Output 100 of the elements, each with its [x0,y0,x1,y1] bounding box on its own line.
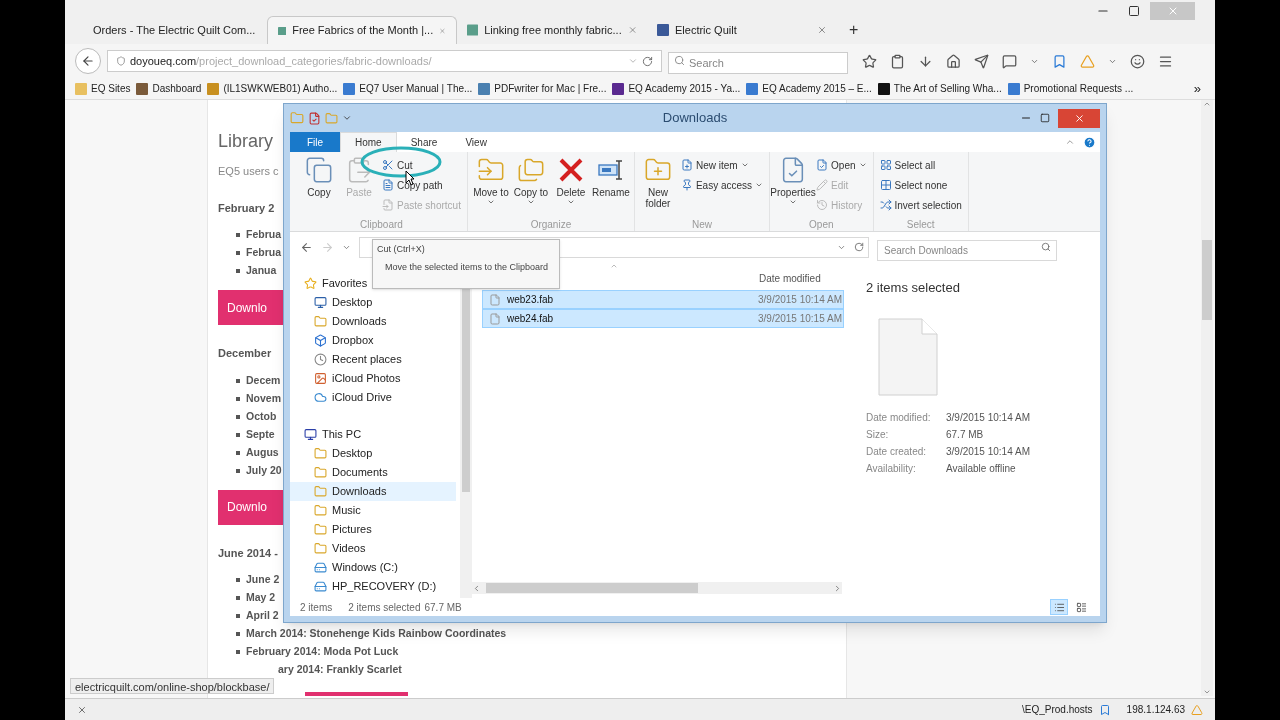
search-field[interactable]: Search Downloads [877,239,1057,261]
ribbon-button[interactable]: Delete [551,156,590,217]
nav-item[interactable]: iCloud Photos [290,369,456,388]
bookmark-item[interactable]: EQ Sites [75,81,131,96]
ribbon-button[interactable]: Rename [591,156,630,217]
ribbon-button[interactable]: Easy access [678,176,766,194]
properties-icon[interactable] [308,111,321,125]
download-link[interactable]: April 2 [246,608,279,624]
download-button[interactable]: Downlo [218,290,284,325]
download-link[interactable]: June 2 [246,572,280,588]
download-link[interactable]: March 2014: Stonehenge Kids Rainbow Coordinates [246,626,507,642]
scroll-left-icon[interactable] [472,583,481,593]
view-button[interactable] [1050,599,1068,615]
ribbon-button[interactable]: New item [678,156,766,174]
menu-icon[interactable] [1158,53,1173,69]
download-link[interactable]: May 2 [246,590,276,606]
download-link[interactable]: ary 2014: Frankly Scarlet [278,662,402,678]
nav-item[interactable]: Desktop [290,293,456,312]
close-icon[interactable] [627,25,637,35]
horizontal-scrollbar[interactable] [472,582,842,594]
browser-tab[interactable]: Linking free monthly fabric... [457,16,647,44]
nav-item[interactable]: Desktop [290,444,456,463]
new-tab-button[interactable]: + [837,16,871,44]
maximize-icon[interactable] [1128,5,1140,17]
scroll-up-icon[interactable] [1203,100,1211,108]
browser-tab[interactable]: Orders - The Electric Quilt Com... [77,16,267,44]
ribbon-button[interactable]: Copy path [380,176,463,194]
download-link[interactable]: Novem [246,390,281,407]
clipboard-icon[interactable] [890,53,905,69]
download-link[interactable]: February 2014: Moda Pot Luck [246,644,399,660]
download-link[interactable]: July 20 [246,462,282,479]
nav-item[interactable]: Documents [290,463,456,482]
download-link[interactable]: Decem [246,372,281,389]
star-icon[interactable] [862,53,877,69]
forward-icon[interactable] [321,240,334,254]
close-icon[interactable] [817,25,827,35]
ribbon-tab[interactable]: Home [340,132,397,152]
home-icon[interactable] [946,53,961,69]
download-link[interactable]: Septe [246,426,275,443]
ribbon-button[interactable]: Invert selection [877,196,964,214]
bookmark-item[interactable]: EQ Academy 2015 – E... [746,81,872,96]
download-icon[interactable] [918,53,933,69]
bookmark-item[interactable]: PDFwriter for Mac | Fre... [478,81,607,96]
close-button[interactable] [1058,108,1100,128]
nav-item[interactable]: Dropbox [290,331,456,350]
caret-icon[interactable] [342,113,352,123]
download-link[interactable]: Augus [246,444,279,461]
scroll-right-icon[interactable] [833,583,842,593]
scroll-down-icon[interactable] [1203,688,1211,696]
reload-icon[interactable] [642,55,653,67]
help-icon[interactable] [1083,135,1096,149]
bookmark-item[interactable]: Dashboard [136,81,202,96]
ribbon-button[interactable]: Select all [877,156,964,174]
bookmark-item[interactable]: EQ7 User Manual | The... [343,81,473,96]
download-link[interactable]: Octob [246,408,277,425]
nav-item[interactable]: iCloud Drive [290,388,456,407]
nav-item[interactable]: Pictures [290,520,456,539]
browser-tab[interactable]: Free Fabrics of the Month |... [267,16,457,44]
overflow-button[interactable]: » [1189,78,1205,99]
download-link[interactable]: Februa [246,227,281,243]
ribbon-tab[interactable]: Share [396,132,452,152]
bookmark-item[interactable]: EQ Academy 2015 - Ya... [612,81,741,96]
search-field[interactable]: Search [668,52,848,74]
file-row[interactable]: web23.fab 3/9/2015 10:14 AM [482,290,844,309]
bookmark-item[interactable]: Promotional Requests ... [1007,81,1134,96]
collapse-icon[interactable] [1065,137,1075,147]
triangle-icon[interactable] [1080,53,1095,69]
ribbon-button[interactable]: New folder [638,156,677,217]
face-icon[interactable] [1130,53,1145,69]
nav-item[interactable]: Videos [290,539,456,558]
nav-item[interactable]: Music [290,501,456,520]
nav-item[interactable]: Downloads [290,482,456,501]
nav-item[interactable]: HP_RECOVERY (D:) [290,577,456,596]
ribbon-button[interactable]: Open [814,156,869,174]
chat-icon[interactable] [1002,53,1017,69]
nav-item[interactable]: Recent places [290,350,456,369]
web-scrollbar[interactable] [1201,100,1213,696]
download-button[interactable]: Downlo [218,489,284,525]
send-icon[interactable] [974,53,989,69]
dropdown-icon[interactable] [628,56,638,66]
scrollbar-thumb[interactable] [1202,240,1212,320]
back-button[interactable] [75,48,101,74]
ribbon-tab[interactable]: File [290,132,340,152]
ribbon-button[interactable]: Copy to [511,156,550,217]
browser-tab[interactable]: Electric Quilt [647,16,837,44]
address-field[interactable]: doyoueq.com/project_download_categories/fabric-downloads/ [107,50,662,72]
ribbon-tab[interactable]: View [451,132,501,152]
nav-item[interactable]: Windows (C:) [290,558,456,577]
ribbon-button[interactable]: Select none [877,176,964,194]
ribbon-button[interactable]: Move to [471,156,510,217]
download-link[interactable]: Janua [246,263,277,279]
bookmark-item[interactable]: (IL1SWKWEB01) Autho... [207,81,338,96]
bookmark-icon[interactable] [1052,53,1067,69]
ribbon-button[interactable]: Cut [380,156,463,174]
download-link[interactable]: Februa [246,245,281,261]
nav-item[interactable]: Downloads [290,312,456,331]
scrollbar-thumb[interactable] [486,583,698,593]
refresh-icon[interactable] [854,242,864,252]
back-icon[interactable] [300,240,313,254]
ribbon-button[interactable]: Copy [300,156,338,217]
